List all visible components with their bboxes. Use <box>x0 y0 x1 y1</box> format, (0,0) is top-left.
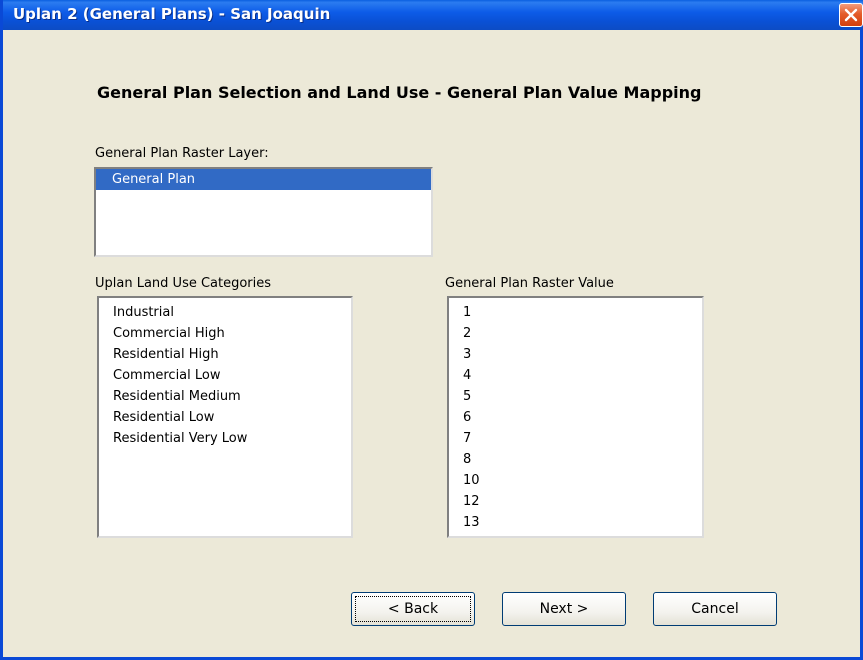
list-item[interactable]: 7 <box>449 428 702 449</box>
list-item[interactable]: 6 <box>449 407 702 428</box>
next-button[interactable]: Next > <box>502 592 626 626</box>
land-use-label: Uplan Land Use Categories <box>95 276 272 291</box>
list-item[interactable]: General Plan <box>96 169 431 190</box>
list-item[interactable]: Commercial High <box>99 323 351 344</box>
list-item[interactable]: Residential Low <box>99 407 351 428</box>
list-item[interactable]: 3 <box>449 344 702 365</box>
raster-value-listbox[interactable]: 1 2 3 4 5 6 7 8 10 12 13 <box>447 296 704 538</box>
window-title: Uplan 2 (General Plans) - San Joaquin <box>13 5 331 23</box>
list-item[interactable]: 2 <box>449 323 702 344</box>
list-item[interactable]: Residential Medium <box>99 386 351 407</box>
raster-value-label: General Plan Raster Value <box>445 276 614 291</box>
raster-layer-label: General Plan Raster Layer: <box>95 146 269 161</box>
list-item[interactable]: 1 <box>449 302 702 323</box>
dialog-window: Uplan 2 (General Plans) - San Joaquin Ge… <box>0 0 863 660</box>
list-item[interactable]: 4 <box>449 365 702 386</box>
close-button[interactable] <box>839 3 863 27</box>
list-item[interactable]: Industrial <box>99 302 351 323</box>
raster-layer-listbox[interactable]: General Plan <box>94 167 433 257</box>
list-item[interactable]: 13 <box>449 512 702 533</box>
cancel-button[interactable]: Cancel <box>653 592 777 626</box>
list-item[interactable]: Residential High <box>99 344 351 365</box>
list-item[interactable]: 5 <box>449 386 702 407</box>
list-item[interactable]: 10 <box>449 470 702 491</box>
title-bar[interactable]: Uplan 2 (General Plans) - San Joaquin <box>3 0 863 30</box>
list-item[interactable]: 8 <box>449 449 702 470</box>
back-button[interactable]: < Back <box>351 592 475 626</box>
list-item[interactable]: Residential Very Low <box>99 428 351 449</box>
list-item[interactable]: 12 <box>449 491 702 512</box>
page-heading: General Plan Selection and Land Use - Ge… <box>97 83 702 102</box>
close-icon <box>844 8 858 22</box>
land-use-listbox[interactable]: Industrial Commercial High Residential H… <box>97 296 353 538</box>
list-item[interactable]: Commercial Low <box>99 365 351 386</box>
